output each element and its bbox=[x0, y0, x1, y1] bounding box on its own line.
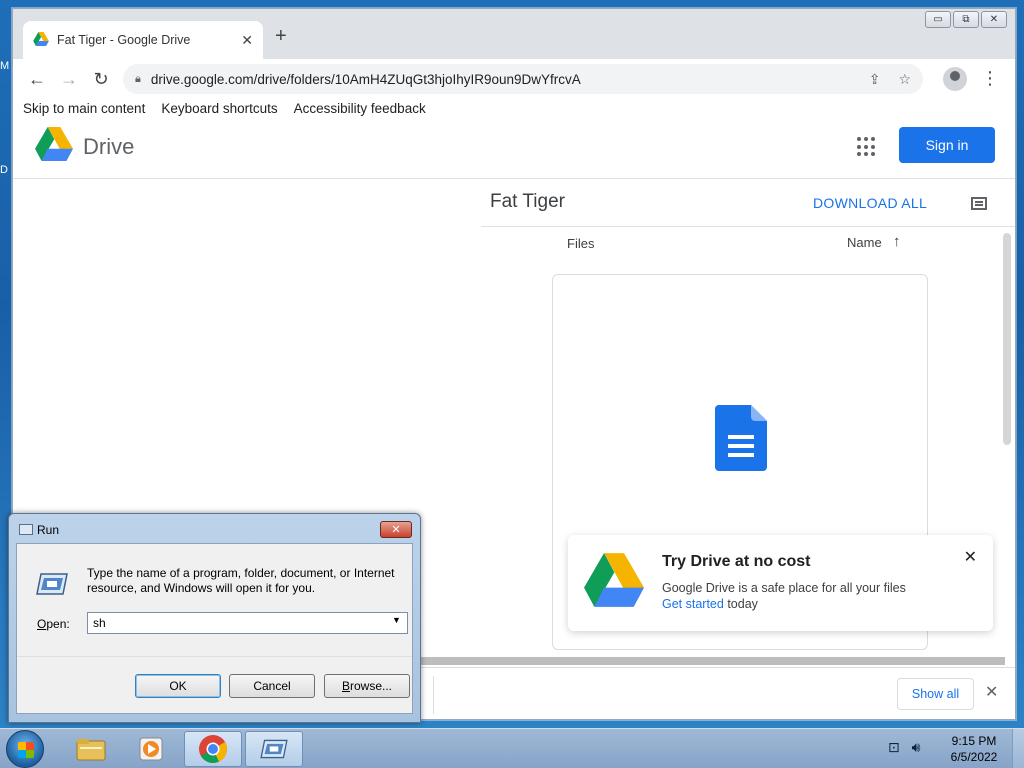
explorer-taskbar-icon[interactable] bbox=[62, 731, 120, 767]
clock[interactable]: 9:15 PM 6/5/2022 bbox=[944, 733, 1004, 765]
run-dialog-body: Type the name of a program, folder, docu… bbox=[16, 543, 413, 714]
browser-toolbar: ← → ↻ 🔒︎ drive.google.com/drive/folders/… bbox=[13, 59, 1015, 99]
tab-close-icon[interactable]: ✕ bbox=[241, 32, 253, 49]
show-desktop-button[interactable] bbox=[1012, 729, 1024, 768]
tab-strip: Fat Tiger - Google Drive ✕ + bbox=[13, 9, 1015, 59]
promo-description: Google Drive is a safe place for all you… bbox=[662, 581, 906, 595]
new-tab-button[interactable]: + bbox=[275, 25, 287, 48]
name-sort-header[interactable]: Name bbox=[847, 235, 882, 250]
list-view-icon[interactable] bbox=[971, 197, 987, 210]
taskbar: ⊡ 🔊︎ 9:15 PM 6/5/2022 bbox=[0, 728, 1024, 768]
browser-menu-icon[interactable]: ⋮ bbox=[981, 68, 999, 89]
sort-ascending-icon[interactable]: ↑ bbox=[893, 233, 901, 250]
drive-promo-logo-icon bbox=[584, 553, 644, 612]
downloads-divider bbox=[433, 676, 434, 714]
sign-in-button[interactable]: Sign in bbox=[899, 127, 995, 163]
open-input[interactable] bbox=[87, 612, 408, 634]
divider bbox=[481, 226, 1015, 227]
network-icon[interactable]: ⊡ bbox=[888, 739, 900, 755]
tray-icons: ⊡ 🔊︎ bbox=[888, 739, 920, 756]
browse-label-text: rowse... bbox=[350, 679, 393, 693]
promo-close-icon[interactable]: ✕ bbox=[964, 547, 977, 567]
chrome-taskbar-icon[interactable] bbox=[184, 731, 242, 767]
browse-button[interactable]: Browse... bbox=[324, 674, 410, 698]
vertical-scrollbar[interactable] bbox=[1003, 233, 1011, 445]
downloads-close-icon[interactable]: ✕ bbox=[985, 682, 998, 702]
show-all-button[interactable]: Show all bbox=[897, 678, 974, 710]
tab-fat-tiger[interactable]: Fat Tiger - Google Drive ✕ bbox=[23, 21, 263, 59]
drive-logo-icon[interactable] bbox=[35, 127, 73, 166]
lock-icon: 🔒︎ bbox=[135, 72, 141, 85]
clock-time: 9:15 PM bbox=[951, 734, 997, 748]
skip-links: Skip to main content Keyboard shortcuts … bbox=[23, 101, 426, 116]
volume-icon[interactable]: 🔊︎ bbox=[912, 739, 921, 755]
reload-icon[interactable]: ↻ bbox=[85, 69, 117, 90]
desktop-icon-label-m: M bbox=[0, 60, 10, 72]
drive-title: Drive bbox=[83, 134, 135, 159]
run-close-button[interactable]: ✕ bbox=[380, 521, 412, 538]
bookmark-star-icon[interactable]: ☆ bbox=[898, 71, 911, 88]
promo-cta-suffix: today bbox=[723, 597, 758, 611]
ok-button[interactable]: OK bbox=[135, 674, 221, 698]
dropdown-arrow-icon[interactable]: ▼ bbox=[392, 615, 401, 625]
url-text[interactable]: drive.google.com/drive/folders/10AmH4ZUq… bbox=[151, 72, 851, 87]
address-bar[interactable]: 🔒︎ drive.google.com/drive/folders/10AmH4… bbox=[123, 64, 923, 94]
run-dialog-title: Run bbox=[37, 523, 60, 537]
drive-header: Drive Sign in bbox=[13, 119, 1015, 179]
open-label: Open: bbox=[37, 617, 70, 631]
media-player-taskbar-icon[interactable] bbox=[122, 731, 180, 767]
forward-arrow-icon[interactable]: → bbox=[53, 69, 85, 90]
accessibility-feedback-link[interactable]: Accessibility feedback bbox=[294, 101, 426, 116]
desktop-icon-label-d: D bbox=[0, 164, 8, 176]
horizontal-scrollbar[interactable] bbox=[421, 657, 1005, 665]
back-arrow-icon[interactable]: ← bbox=[21, 69, 53, 90]
try-drive-promo: Try Drive at no cost Google Drive is a s… bbox=[568, 535, 993, 631]
cancel-button[interactable]: Cancel bbox=[229, 674, 315, 698]
clock-date: 6/5/2022 bbox=[950, 750, 998, 764]
skip-to-main-link[interactable]: Skip to main content bbox=[23, 101, 145, 116]
profile-avatar-icon[interactable] bbox=[943, 67, 967, 91]
google-apps-icon[interactable] bbox=[857, 137, 877, 157]
start-button[interactable] bbox=[6, 730, 44, 768]
run-program-icon bbox=[35, 570, 69, 603]
google-docs-icon bbox=[715, 405, 767, 476]
files-header: Files bbox=[567, 236, 595, 251]
tab-title: Fat Tiger - Google Drive bbox=[57, 33, 191, 47]
share-icon[interactable]: ⇪ bbox=[869, 71, 881, 88]
open-label-accel: O bbox=[37, 617, 47, 631]
run-title-icon bbox=[19, 524, 33, 535]
drive-favicon-icon bbox=[33, 31, 49, 49]
download-all-button[interactable]: DOWNLOAD ALL bbox=[813, 195, 927, 211]
browse-accel: B bbox=[341, 679, 350, 693]
run-divider bbox=[17, 656, 412, 657]
run-dialog: Run ✕ Type the name of a program, folder… bbox=[8, 513, 421, 723]
promo-title: Try Drive at no cost bbox=[662, 553, 811, 570]
folder-title: Fat Tiger bbox=[490, 191, 565, 212]
keyboard-shortcuts-link[interactable]: Keyboard shortcuts bbox=[161, 101, 277, 116]
run-taskbar-icon[interactable] bbox=[245, 731, 303, 767]
open-label-text: pen: bbox=[46, 617, 70, 631]
run-description: Type the name of a program, folder, docu… bbox=[87, 566, 395, 595]
get-started-link[interactable]: Get started bbox=[662, 597, 724, 611]
promo-cta: Get started today bbox=[662, 597, 758, 611]
